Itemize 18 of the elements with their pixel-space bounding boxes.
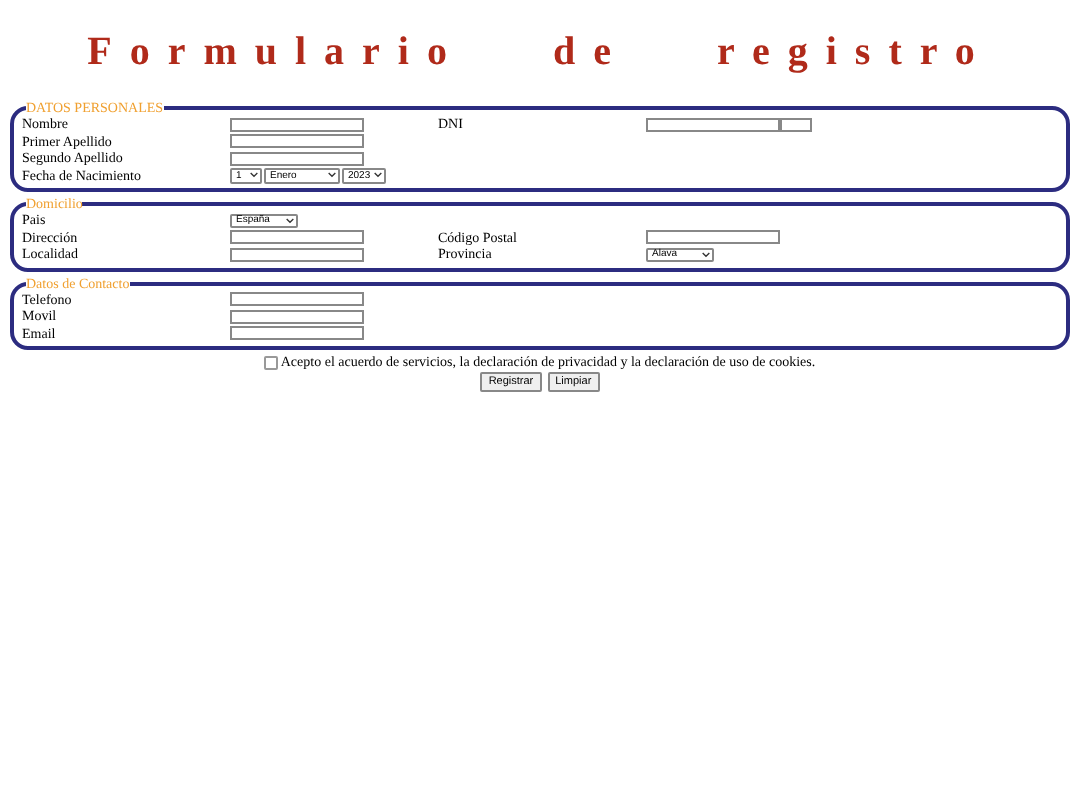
input-field[interactable] bbox=[780, 117, 812, 132]
input-field[interactable] bbox=[646, 230, 780, 245]
form-title: Formulario de registro bbox=[85, 28, 995, 76]
input-field[interactable] bbox=[230, 230, 364, 245]
input-field[interactable] bbox=[230, 309, 364, 324]
input-field[interactable] bbox=[646, 117, 780, 132]
input-field[interactable] bbox=[230, 134, 364, 149]
checkbox[interactable] bbox=[264, 355, 279, 369]
input-field[interactable] bbox=[230, 326, 364, 341]
input-field[interactable] bbox=[230, 247, 364, 262]
input-field[interactable] bbox=[230, 151, 364, 166]
caret-icon bbox=[702, 251, 710, 258]
input-field[interactable] bbox=[230, 292, 364, 307]
caret-icon bbox=[328, 172, 336, 179]
caret-icon bbox=[250, 172, 258, 179]
input-field[interactable] bbox=[230, 117, 364, 132]
caret-icon bbox=[374, 172, 382, 179]
caret-icon bbox=[286, 217, 294, 224]
